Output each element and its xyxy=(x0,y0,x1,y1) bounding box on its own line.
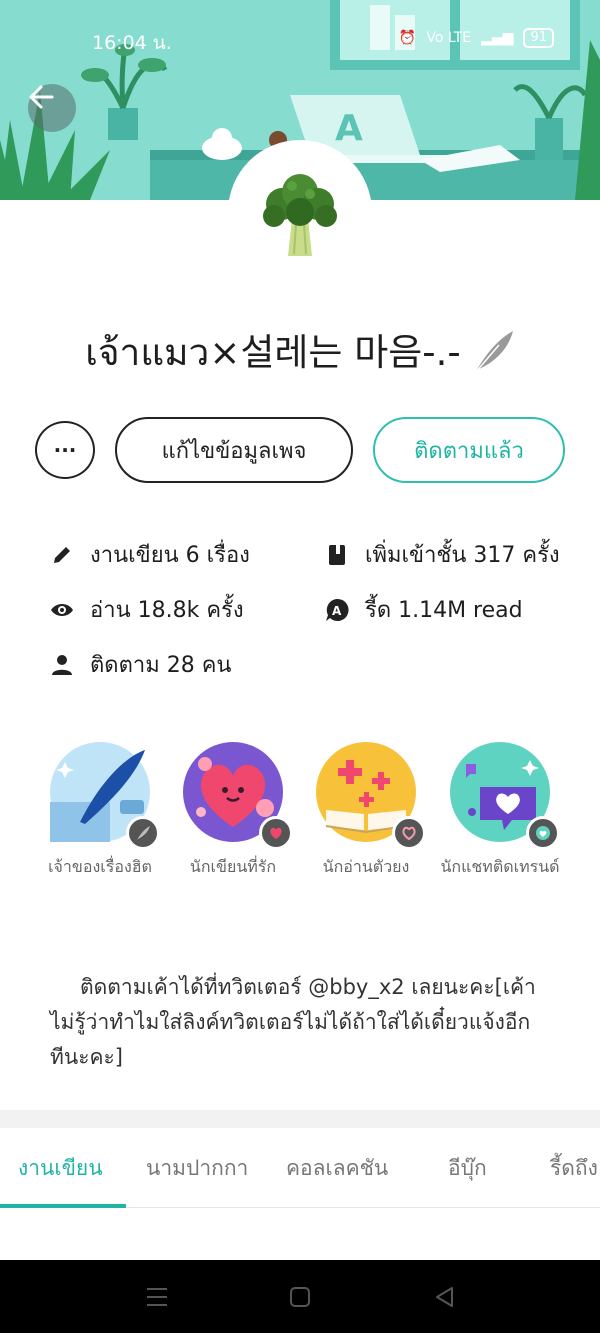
stat-reads-label: รี้ด 1.14M read xyxy=(365,598,523,623)
person-icon xyxy=(50,653,74,677)
stat-works-label: งานเขียน 6 เรื่อง xyxy=(90,543,250,568)
following-button[interactable]: ติดตามแล้ว xyxy=(373,417,565,483)
badge-beloved-writer-label: นักเขียนที่รัก xyxy=(189,857,277,876)
avatar[interactable] xyxy=(228,140,372,284)
stat-views-label: อ่าน 18.8k ครั้ง xyxy=(90,598,244,623)
heart-mini-icon xyxy=(259,816,293,850)
more-options-button[interactable]: ··· xyxy=(35,421,95,479)
stat-views: อ่าน 18.8k ครั้ง xyxy=(50,592,244,627)
stat-followers: ติดตาม 28 คน xyxy=(50,647,231,682)
chat-heart-mini-icon xyxy=(526,816,560,850)
stat-shelf: เพิ่มเข้าชั้น 317 ครั้ง xyxy=(325,537,560,572)
tab-ebooks[interactable]: อีบุ๊ก xyxy=(448,1152,487,1185)
profile-tabs: งานเขียน นามปากกา คอลเลคชัน อีบุ๊ก รี้ดถ… xyxy=(0,1128,600,1208)
badge-hit-owner-label: เจ้าของเรื่องฮิต xyxy=(48,857,152,876)
battery-icon: 91 xyxy=(523,28,554,48)
svg-text:A: A xyxy=(335,108,363,149)
profile-name: เจ้าแมว⨯설레는 마음-.- xyxy=(0,322,600,382)
feather-mini-icon xyxy=(126,816,160,850)
back-button[interactable] xyxy=(28,84,76,132)
badge-beloved-writer-icon xyxy=(183,742,293,850)
stat-reads: A รี้ด 1.14M read xyxy=(325,592,523,627)
svg-text:A: A xyxy=(332,604,342,618)
badge-avid-reader-icon xyxy=(316,742,426,850)
back-nav-icon[interactable] xyxy=(432,1284,458,1310)
pencil-icon xyxy=(50,543,74,567)
home-icon[interactable] xyxy=(287,1284,313,1310)
feather-icon xyxy=(474,331,513,374)
alarm-icon: ⏰ xyxy=(398,30,417,46)
active-tab-indicator xyxy=(0,1204,126,1208)
edit-page-button[interactable]: แก้ไขข้อมูลเพจ xyxy=(115,417,353,483)
broccoli-icon xyxy=(263,174,337,256)
stat-followers-label: ติดตาม 28 คน xyxy=(90,653,232,678)
stat-works: งานเขียน 6 เรื่อง xyxy=(50,537,250,572)
eye-icon xyxy=(50,598,74,622)
status-icons: ⏰ Vo LTE ▂▄▆ 91 xyxy=(399,28,554,48)
badge-hit-owner-icon xyxy=(50,742,160,850)
knot-heart-mini-icon xyxy=(392,816,426,850)
profile-bio: ติดตามเค้าได้ที่ทวิตเตอร์ @bby_x2 เลยนะค… xyxy=(50,975,536,1069)
badge-avid-reader-label: นักอ่านตัวยง xyxy=(322,857,410,876)
tab-collections[interactable]: คอลเลคชัน xyxy=(286,1152,388,1185)
book-icon xyxy=(325,543,349,567)
badge-trending-chatter[interactable]: นักแชทติดเทรนด์ xyxy=(435,742,565,878)
badge-trending-chatter-icon xyxy=(450,742,560,850)
menu-icon[interactable] xyxy=(144,1284,170,1310)
profile-name-text: เจ้าแมว⨯설레는 마음-.- xyxy=(85,331,461,374)
tab-read-to[interactable]: รี้ดถึง xyxy=(550,1152,598,1185)
badge-trending-chatter-label: นักแชทติดเทรนด์ xyxy=(440,857,560,876)
stat-shelf-label: เพิ่มเข้าชั้น 317 ครั้ง xyxy=(365,543,560,568)
tab-works[interactable]: งานเขียน xyxy=(18,1152,103,1185)
section-divider xyxy=(0,1110,600,1128)
badge-avid-reader[interactable]: นักอ่านตัวยง xyxy=(301,742,431,878)
arrow-left-icon xyxy=(29,85,54,109)
badge-beloved-writer[interactable]: นักเขียนที่รัก xyxy=(168,742,298,878)
system-nav-bar xyxy=(0,1260,600,1333)
read-badge-icon: A xyxy=(325,598,349,622)
badge-hit-owner[interactable]: เจ้าของเรื่องฮิต xyxy=(35,742,165,878)
status-time: 16:04 น. xyxy=(92,32,172,54)
carrier-label: Vo LTE xyxy=(426,30,472,46)
signal-icon: ▂▄▆ xyxy=(481,30,514,46)
tab-pen-names[interactable]: นามปากกา xyxy=(146,1152,248,1185)
